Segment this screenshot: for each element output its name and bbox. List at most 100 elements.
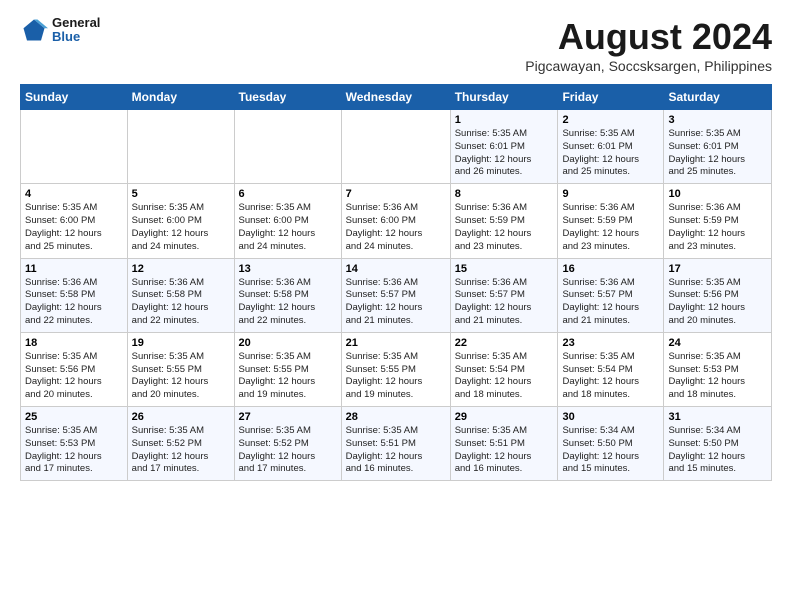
day-number: 16 [562,263,659,275]
calendar-cell: 6 Sunrise: 5:35 AM Sunset: 6:00 PM Daylig… [234,184,341,258]
calendar-cell: 5Sunrise: 5:35 AM Sunset: 6:00 PM Daylig… [127,184,234,258]
calendar-cell: 17Sunrise: 5:35 AM Sunset: 5:56 PM Dayli… [664,258,772,332]
weekday-header-row: SundayMondayTuesdayWednesdayThursdayFrid… [21,85,772,110]
day-info: Sunrise: 5:35 AM Sunset: 5:53 PM Dayligh… [25,425,123,476]
day-info: Sunrise: 5:35 AM Sunset: 5:54 PM Dayligh… [455,351,554,402]
calendar-cell: 18 Sunrise: 5:35 AM Sunset: 5:56 PM Dayli… [21,332,128,406]
day-number: 18 [25,337,123,349]
logo-icon [20,16,48,44]
day-info: Sunrise: 5:35 AM Sunset: 5:54 PM Dayligh… [562,351,659,402]
calendar-cell: 1 Sunrise: 5:35 AM Sunset: 6:01 PM Daylig… [450,110,558,184]
day-number: 13 [239,263,337,275]
calendar-cell: 15 Sunrise: 5:36 AM Sunset: 5:57 PM Dayli… [450,258,558,332]
calendar-header: SundayMondayTuesdayWednesdayThursdayFrid… [21,85,772,110]
day-info: Sunrise: 5:35 AM Sunset: 6:00 PM Dayligh… [132,202,230,253]
weekday-saturday: Saturday [664,85,772,110]
day-info: Sunrise: 5:36 AM Sunset: 5:58 PM Dayligh… [132,277,230,328]
day-number: 28 [346,411,446,423]
calendar-cell [234,110,341,184]
day-number: 12 [132,263,230,275]
day-info: Sunrise: 5:35 AM Sunset: 5:52 PM Dayligh… [239,425,337,476]
day-number: 24 [668,337,767,349]
day-info: Sunrise: 5:35 AM Sunset: 5:56 PM Dayligh… [25,351,123,402]
calendar-week-1: 1 Sunrise: 5:35 AM Sunset: 6:01 PM Daylig… [21,110,772,184]
day-info: Sunrise: 5:35 AM Sunset: 5:51 PM Dayligh… [346,425,446,476]
day-info: Sunrise: 5:36 AM Sunset: 6:00 PM Dayligh… [346,202,446,253]
weekday-sunday: Sunday [21,85,128,110]
page-header: General Blue August 2024 Pigcawayan, Soc… [20,16,772,74]
calendar-cell: 30Sunrise: 5:34 AM Sunset: 5:50 PM Dayli… [558,407,664,481]
day-number: 6 [239,188,337,200]
day-number: 19 [132,337,230,349]
day-info: Sunrise: 5:36 AM Sunset: 5:57 PM Dayligh… [562,277,659,328]
weekday-tuesday: Tuesday [234,85,341,110]
day-number: 2 [562,114,659,126]
calendar-cell: 8 Sunrise: 5:36 AM Sunset: 5:59 PM Daylig… [450,184,558,258]
day-info: Sunrise: 5:35 AM Sunset: 6:01 PM Dayligh… [455,128,554,179]
day-info: Sunrise: 5:35 AM Sunset: 5:53 PM Dayligh… [668,351,767,402]
weekday-wednesday: Wednesday [341,85,450,110]
day-info: Sunrise: 5:35 AM Sunset: 5:51 PM Dayligh… [455,425,554,476]
calendar-cell: 2Sunrise: 5:35 AM Sunset: 6:01 PM Daylig… [558,110,664,184]
calendar-cell: 24 Sunrise: 5:35 AM Sunset: 5:53 PM Dayli… [664,332,772,406]
calendar-cell: 14Sunrise: 5:36 AM Sunset: 5:57 PM Dayli… [341,258,450,332]
day-info: Sunrise: 5:35 AM Sunset: 6:00 PM Dayligh… [25,202,123,253]
calendar-cell: 13 Sunrise: 5:36 AM Sunset: 5:58 PM Dayli… [234,258,341,332]
calendar-body: 1 Sunrise: 5:35 AM Sunset: 6:01 PM Daylig… [21,110,772,481]
page-title: August 2024 [525,16,772,58]
day-number: 4 [25,188,123,200]
calendar-cell: 23 Sunrise: 5:35 AM Sunset: 5:54 PM Dayli… [558,332,664,406]
day-number: 9 [562,188,659,200]
calendar-cell: 9 Sunrise: 5:36 AM Sunset: 5:59 PM Daylig… [558,184,664,258]
day-info: Sunrise: 5:35 AM Sunset: 5:55 PM Dayligh… [239,351,337,402]
day-number: 21 [346,337,446,349]
calendar-week-2: 4 Sunrise: 5:35 AM Sunset: 6:00 PM Daylig… [21,184,772,258]
calendar-cell [341,110,450,184]
day-info: Sunrise: 5:36 AM Sunset: 5:58 PM Dayligh… [25,277,123,328]
day-info: Sunrise: 5:35 AM Sunset: 6:00 PM Dayligh… [239,202,337,253]
calendar-cell [127,110,234,184]
day-info: Sunrise: 5:36 AM Sunset: 5:58 PM Dayligh… [239,277,337,328]
calendar-cell: 20Sunrise: 5:35 AM Sunset: 5:55 PM Dayli… [234,332,341,406]
day-info: Sunrise: 5:35 AM Sunset: 5:52 PM Dayligh… [132,425,230,476]
page-subtitle: Pigcawayan, Soccsksargen, Philippines [525,58,772,74]
calendar-cell: 27 Sunrise: 5:35 AM Sunset: 5:52 PM Dayli… [234,407,341,481]
calendar-table: SundayMondayTuesdayWednesdayThursdayFrid… [20,84,772,481]
calendar-cell [21,110,128,184]
day-number: 25 [25,411,123,423]
calendar-cell: 4 Sunrise: 5:35 AM Sunset: 6:00 PM Daylig… [21,184,128,258]
calendar-cell: 29 Sunrise: 5:35 AM Sunset: 5:51 PM Dayli… [450,407,558,481]
day-number: 8 [455,188,554,200]
day-number: 7 [346,188,446,200]
calendar-cell: 11 Sunrise: 5:36 AM Sunset: 5:58 PM Dayli… [21,258,128,332]
day-number: 10 [668,188,767,200]
calendar-week-3: 11 Sunrise: 5:36 AM Sunset: 5:58 PM Dayli… [21,258,772,332]
calendar-cell: 26 Sunrise: 5:35 AM Sunset: 5:52 PM Dayli… [127,407,234,481]
day-info: Sunrise: 5:35 AM Sunset: 5:56 PM Dayligh… [668,277,767,328]
day-number: 23 [562,337,659,349]
day-number: 27 [239,411,337,423]
day-info: Sunrise: 5:36 AM Sunset: 5:59 PM Dayligh… [668,202,767,253]
day-number: 29 [455,411,554,423]
day-info: Sunrise: 5:36 AM Sunset: 5:57 PM Dayligh… [455,277,554,328]
day-number: 31 [668,411,767,423]
calendar-week-5: 25 Sunrise: 5:35 AM Sunset: 5:53 PM Dayli… [21,407,772,481]
day-number: 26 [132,411,230,423]
logo-text: General Blue [52,16,100,45]
weekday-thursday: Thursday [450,85,558,110]
calendar-cell: 7 Sunrise: 5:36 AM Sunset: 6:00 PM Daylig… [341,184,450,258]
day-info: Sunrise: 5:36 AM Sunset: 5:59 PM Dayligh… [562,202,659,253]
calendar-cell: 19Sunrise: 5:35 AM Sunset: 5:55 PM Dayli… [127,332,234,406]
calendar-cell: 21 Sunrise: 5:35 AM Sunset: 5:55 PM Dayli… [341,332,450,406]
day-info: Sunrise: 5:34 AM Sunset: 5:50 PM Dayligh… [668,425,767,476]
calendar-cell: 25 Sunrise: 5:35 AM Sunset: 5:53 PM Dayli… [21,407,128,481]
day-info: Sunrise: 5:36 AM Sunset: 5:59 PM Dayligh… [455,202,554,253]
weekday-monday: Monday [127,85,234,110]
day-number: 1 [455,114,554,126]
weekday-friday: Friday [558,85,664,110]
title-block: August 2024 Pigcawayan, Soccsksargen, Ph… [525,16,772,74]
calendar-cell: 3Sunrise: 5:35 AM Sunset: 6:01 PM Daylig… [664,110,772,184]
day-info: Sunrise: 5:35 AM Sunset: 5:55 PM Dayligh… [346,351,446,402]
day-number: 15 [455,263,554,275]
day-number: 11 [25,263,123,275]
